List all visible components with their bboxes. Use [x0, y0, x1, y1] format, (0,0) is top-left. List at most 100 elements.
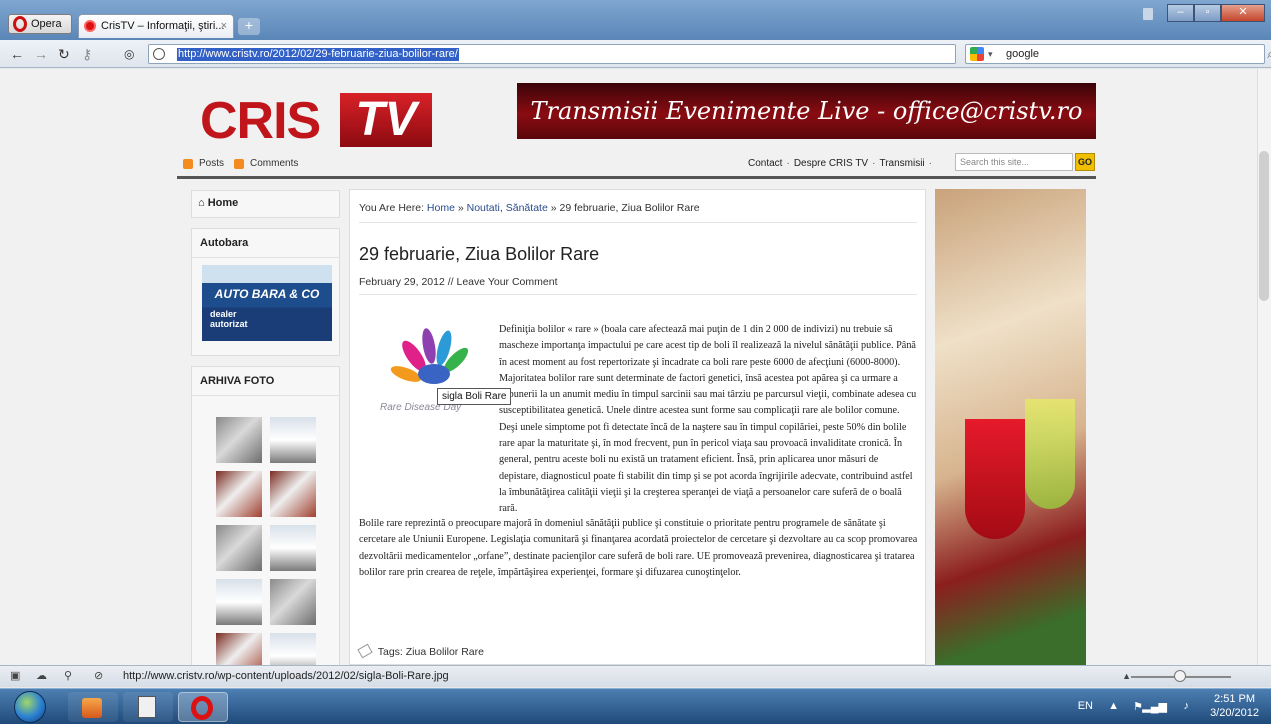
nav-despre[interactable]: Despre CRIS TV: [794, 158, 868, 169]
back-icon[interactable]: ←: [10, 46, 24, 62]
photo-thumbnail[interactable]: [270, 525, 316, 571]
taskbar-app-media[interactable]: [68, 692, 118, 722]
breadcrumb-home-link[interactable]: Home: [427, 202, 455, 214]
taskbar-app-opera[interactable]: [178, 692, 228, 722]
breadcrumb-current: 29 februarie, Ziua Bolilor Rare: [559, 202, 700, 214]
breadcrumb-sanatate-link[interactable]: Sănătate: [506, 202, 548, 214]
scrollbar-thumb[interactable]: [1259, 151, 1269, 301]
new-tab-button[interactable]: +: [238, 18, 260, 35]
page-scrollbar[interactable]: [1257, 69, 1271, 665]
address-field[interactable]: http://www.cristv.ro/2012/02/29-februari…: [148, 44, 956, 64]
zoom-up-icon[interactable]: ▲: [1122, 666, 1131, 686]
volume-icon[interactable]: ♪: [1184, 700, 1190, 712]
opera-icon: [191, 696, 213, 720]
photo-thumbnail[interactable]: [270, 633, 316, 665]
document-icon: [138, 696, 156, 718]
tab-title: CrisTV – Informaţii, ştiri...: [101, 20, 225, 32]
logo-cris-text: CRIS: [200, 92, 321, 150]
photo-thumbnail[interactable]: [216, 633, 262, 665]
chevron-down-icon[interactable]: ▾: [988, 45, 993, 63]
page-title: 29 februarie, Ziua Bolilor Rare: [359, 244, 600, 264]
site-search-input[interactable]: Search this site...: [955, 153, 1073, 171]
zoom-slider-handle[interactable]: [1174, 670, 1186, 682]
breadcrumb-noutati-link[interactable]: Noutati: [467, 202, 500, 214]
photo-thumbnail[interactable]: [216, 417, 262, 463]
unite-icon[interactable]: ☁: [36, 666, 47, 686]
opera-menu-label: Opera: [31, 18, 62, 30]
photo-thumbnail[interactable]: [216, 471, 262, 517]
panel-toggle-icon[interactable]: ▣: [10, 666, 20, 686]
breadcrumb-prefix: You Are Here:: [359, 202, 424, 214]
photo-thumbnail[interactable]: [216, 525, 262, 571]
cocktail-glass-illustration: [1025, 399, 1075, 509]
tab-cristv[interactable]: CrisTV – Informaţii, ştiri... ×: [78, 14, 234, 38]
breadcrumb-comma: ,: [499, 202, 503, 214]
sidebar-item-home[interactable]: ⌂ Home: [192, 191, 339, 215]
article-paragraph: Bolile rare reprezintă o preocupare majo…: [359, 518, 918, 578]
autobara-line2: autorizat: [210, 319, 248, 329]
nav-separator: ·: [872, 158, 876, 169]
comments-feed-link[interactable]: Comments: [250, 158, 298, 169]
image-tooltip: sigla Boli Rare: [437, 388, 512, 405]
search-engine-field[interactable]: ▾ google ⌕: [965, 44, 1271, 64]
forward-icon[interactable]: →: [34, 46, 48, 62]
network-icon[interactable]: ▂▄▆: [1142, 700, 1167, 713]
photo-archive-grid: [216, 417, 316, 665]
taskbar-app-document[interactable]: [123, 692, 173, 722]
autobara-dealer-text: dealer autorizat: [210, 309, 248, 329]
breadcrumb-separator: »: [457, 202, 464, 214]
minimize-button[interactable]: –: [1167, 4, 1194, 22]
autobara-title: Autobara: [192, 229, 339, 258]
article-panel: You Are Here: Home » Noutati, Sănătate »…: [349, 189, 926, 665]
autobara-line1: dealer: [210, 309, 237, 319]
live-banner[interactable]: Transmisii Evenimente Live - office@cris…: [517, 83, 1096, 139]
autobara-ad[interactable]: AUTO BARA & CO dealer autorizat: [202, 265, 332, 341]
speed-dial-icon[interactable]: ◎: [124, 46, 134, 62]
media-player-icon: [82, 698, 102, 718]
status-bar: ▣ ☁ ⚲ ⊘ http://www.cristv.ro/wp-content/…: [0, 665, 1271, 687]
tab-close-icon[interactable]: ×: [221, 15, 227, 37]
maximize-button[interactable]: ▫: [1194, 4, 1221, 22]
breadcrumb-separator: »: [550, 202, 557, 214]
cocktail-ad-banner[interactable]: [935, 189, 1086, 665]
divider: [359, 294, 917, 295]
posts-feed-link[interactable]: Posts: [199, 158, 224, 169]
tag-icon: [357, 643, 373, 659]
start-button[interactable]: [14, 691, 46, 723]
top-navigation: Contact · Despre CRIS TV · Transmisii ·: [748, 158, 932, 169]
key-icon[interactable]: ⚷: [82, 46, 92, 62]
nav-transmisii[interactable]: Transmisii: [879, 158, 924, 169]
sidebar-home-box: ⌂ Home: [191, 190, 340, 218]
tray-expand-icon[interactable]: ▲: [1108, 700, 1119, 712]
nav-separator: ·: [928, 158, 932, 169]
tag-link[interactable]: Ziua Bolilor Rare: [406, 646, 484, 658]
opera-logo-icon: [13, 16, 27, 32]
taskbar-clock[interactable]: 2:51 PM 3/20/2012: [1210, 692, 1259, 720]
windows-taskbar: EN ▲ ⚑ ▂▄▆ ♪ 2:51 PM 3/20/2012: [0, 688, 1271, 724]
turbo-icon[interactable]: ⚲: [64, 666, 72, 686]
photo-thumbnail[interactable]: [270, 471, 316, 517]
reload-icon[interactable]: ↻: [58, 46, 70, 62]
nav-contact[interactable]: Contact: [748, 158, 782, 169]
status-url: http://www.cristv.ro/wp-content/uploads/…: [123, 670, 449, 682]
leave-comment-link[interactable]: Leave Your Comment: [457, 276, 558, 288]
search-go-button[interactable]: GO: [1075, 153, 1095, 171]
browser-window: Opera CrisTV – Informaţii, ştiri... × + …: [0, 0, 1271, 724]
language-indicator[interactable]: EN: [1078, 700, 1093, 712]
home-icon: ⌂: [198, 197, 205, 209]
photo-thumbnail[interactable]: [270, 417, 316, 463]
paragraph-1-text: Definiţia bolilor « rare » (boala care a…: [499, 324, 917, 515]
logo-tv-block[interactable]: TV: [340, 93, 432, 147]
breadcrumb: You Are Here: Home » Noutati, Sănătate »…: [359, 202, 700, 214]
site-logo[interactable]: CRIS: [200, 91, 321, 151]
close-button[interactable]: ✕: [1221, 4, 1265, 22]
photo-thumbnail[interactable]: [216, 579, 262, 625]
favicon-icon: [84, 20, 96, 32]
nav-separator: ·: [786, 158, 790, 169]
photo-thumbnail[interactable]: [270, 579, 316, 625]
magnifier-icon[interactable]: ⌕: [1267, 45, 1271, 63]
opera-menu-button[interactable]: Opera: [8, 14, 72, 34]
url-text[interactable]: http://www.cristv.ro/2012/02/29-februari…: [177, 48, 459, 61]
trash-icon[interactable]: [1143, 8, 1153, 20]
rss-icon: [183, 158, 193, 169]
